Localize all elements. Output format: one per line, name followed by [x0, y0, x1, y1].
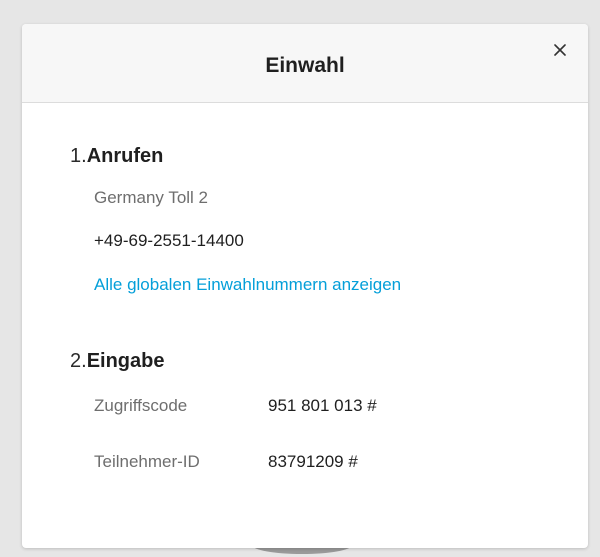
call-step-label: Anrufen	[86, 145, 164, 167]
close-icon	[554, 44, 566, 56]
attendee-id-label: Teilnehmer-ID	[94, 452, 200, 471]
show-global-numbers-link[interactable]: Alle globalen Einwahlnummern anzeigen	[94, 275, 401, 295]
dialog-header: Einwahl	[22, 24, 588, 103]
dial-in-dialog: Einwahl 1. Anrufen Germany Toll 2 +49-69…	[22, 24, 588, 548]
close-button[interactable]	[548, 38, 572, 62]
access-code-row: Zugriffscode 951 801 013 #	[94, 396, 377, 416]
access-code-value: 951 801 013 #	[268, 396, 377, 415]
call-step-number: 1.	[70, 145, 87, 167]
enter-step-heading: 2. Eingabe	[70, 350, 164, 373]
enter-step-number: 2.	[70, 350, 87, 372]
call-step-heading: 1. Anrufen	[70, 145, 163, 168]
attendee-id-row: Teilnehmer-ID 83791209 #	[94, 452, 358, 472]
enter-step-label: Eingabe	[86, 350, 165, 372]
dial-in-phone-number[interactable]: +49-69-2551-14400	[94, 231, 244, 251]
dial-in-location: Germany Toll 2	[94, 188, 209, 207]
access-code-label: Zugriffscode	[94, 396, 188, 415]
dialog-title: Einwahl	[265, 54, 345, 77]
attendee-id-value: 83791209 #	[268, 452, 358, 471]
